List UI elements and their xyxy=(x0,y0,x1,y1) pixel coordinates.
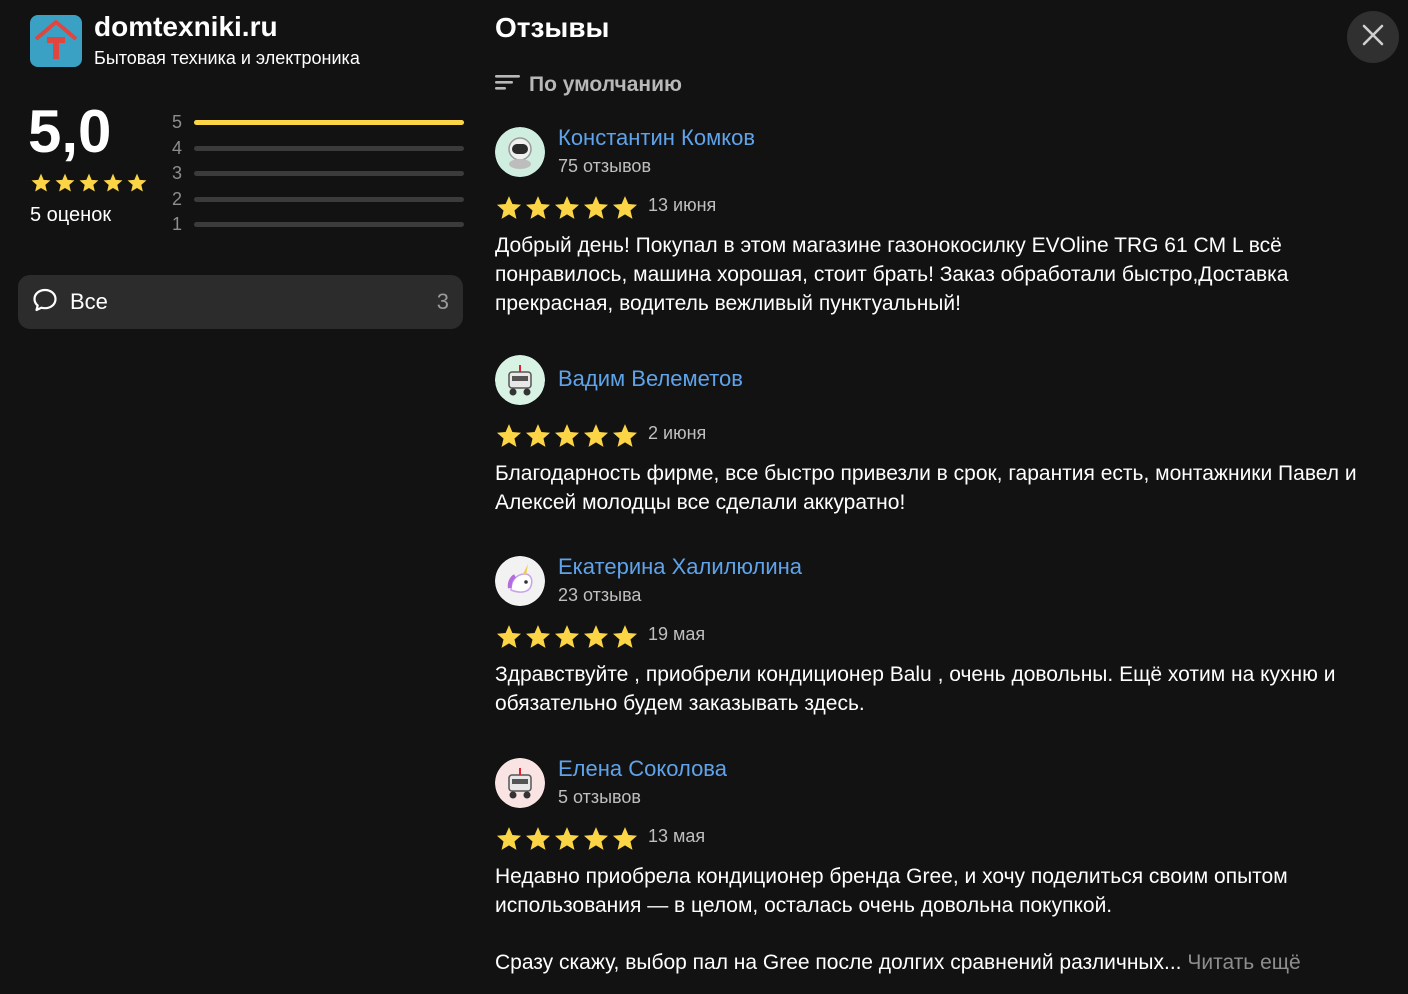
robot-icon xyxy=(495,355,545,405)
star-icon xyxy=(79,173,99,192)
rating-bar-label: 3 xyxy=(172,163,183,184)
rating-bar-label: 4 xyxy=(172,137,183,158)
filter-all-label: Все xyxy=(70,289,108,314)
rating-bar-track xyxy=(194,196,464,202)
star-icon xyxy=(525,424,551,447)
review-item: Вадим Велеметов 2 июня Благодарность фир… xyxy=(495,355,1395,525)
star-icon xyxy=(583,625,609,648)
close-button[interactable] xyxy=(1347,11,1399,63)
sort-label: По умолчанию xyxy=(529,72,682,96)
star-icon xyxy=(583,424,609,447)
reviews-title: Отзывы xyxy=(495,12,610,43)
rating-summary-panel: domtexniki.ru Бытовая техника и электрон… xyxy=(0,0,480,994)
rating-bar-label: 1 xyxy=(172,214,183,235)
author-avatar[interactable] xyxy=(495,127,545,177)
unicorn-icon xyxy=(495,556,545,606)
review-text-continued: Сразу скажу, выбор пал на Gree после дол… xyxy=(495,948,1393,977)
rating-bar-track xyxy=(194,145,464,151)
review-item: Екатерина Халилюлина 23 отзыва 19 мая Зд… xyxy=(495,554,1395,726)
star-icon xyxy=(554,424,580,447)
star-icon xyxy=(612,424,638,447)
review-stars xyxy=(495,422,639,450)
author-name[interactable]: Вадим Велеметов xyxy=(558,366,743,392)
reviews-page: domtexniki.ru Бытовая техника и электрон… xyxy=(0,0,1408,994)
star-icon xyxy=(554,196,580,219)
review-item: Елена Соколова 5 отзывов 13 мая Недавно … xyxy=(495,756,1395,994)
rating-bar-track xyxy=(194,222,464,228)
star-icon xyxy=(583,196,609,219)
review-date: 2 июня xyxy=(648,423,707,443)
author-avatar[interactable] xyxy=(495,758,545,808)
rating-bar-label: 2 xyxy=(172,188,183,209)
star-icon xyxy=(525,196,551,219)
star-icon xyxy=(583,827,609,850)
author-avatar[interactable] xyxy=(495,355,545,405)
review-stars xyxy=(495,825,639,853)
rating-bar-row: 3 xyxy=(172,161,464,187)
author-avatar[interactable] xyxy=(495,556,545,606)
review-text-excerpt: Сразу скажу, выбор пал на Gree после дол… xyxy=(495,951,1182,974)
chat-bubble-icon xyxy=(32,287,58,318)
review-text: Недавно приобрела кондиционер бренда Gre… xyxy=(495,865,1288,917)
org-category: Бытовая техника и электроника xyxy=(94,48,360,68)
org-name[interactable]: domtexniki.ru xyxy=(94,11,278,43)
star-icon xyxy=(55,173,75,192)
close-icon xyxy=(1362,24,1384,51)
star-icon xyxy=(496,625,522,648)
rating-bar-track xyxy=(194,120,464,126)
star-icon xyxy=(31,173,51,192)
rating-bar-row: 5 xyxy=(172,110,464,136)
star-icon xyxy=(554,827,580,850)
star-icon xyxy=(612,827,638,850)
author-review-count: 5 отзывов xyxy=(558,787,641,807)
review-item: Константин Комков 75 отзывов 13 июня Доб… xyxy=(495,125,1395,327)
author-name[interactable]: Екатерина Халилюлина xyxy=(558,554,802,580)
star-icon xyxy=(127,173,147,192)
star-icon xyxy=(554,625,580,648)
author-review-count: 23 отзыва xyxy=(558,585,642,605)
rating-bar-fill xyxy=(194,120,464,126)
author-name[interactable]: Константин Комков xyxy=(558,125,755,151)
rating-bar-label: 5 xyxy=(172,112,183,133)
review-stars xyxy=(495,623,639,651)
sort-icon xyxy=(495,72,521,97)
rating-stars xyxy=(30,172,148,194)
star-icon xyxy=(496,827,522,850)
star-icon xyxy=(496,196,522,219)
star-icon xyxy=(525,625,551,648)
robot-icon xyxy=(495,758,545,808)
astronaut-icon xyxy=(495,127,545,177)
review-text: Здравствуйте , приобрели кондиционер Bal… xyxy=(495,663,1336,715)
author-review-count: 75 отзывов xyxy=(558,156,652,176)
star-icon xyxy=(103,173,123,192)
rating-bar-row: 2 xyxy=(172,187,464,213)
filter-all-button[interactable]: Все 3 xyxy=(18,275,463,329)
review-date: 19 мая xyxy=(648,624,706,644)
rating-bar-row: 4 xyxy=(172,136,464,162)
sort-dropdown[interactable]: По умолчанию xyxy=(495,72,682,97)
review-text: Благодарность фирме, все быстро привезли… xyxy=(495,462,1357,514)
star-icon xyxy=(612,196,638,219)
org-logo xyxy=(30,15,82,67)
star-icon xyxy=(525,827,551,850)
rating-bar-row: 1 xyxy=(172,212,464,238)
review-stars xyxy=(495,194,639,222)
review-date: 13 июня xyxy=(648,195,717,215)
review-text: Добрый день! Покупал в этом магазине газ… xyxy=(495,234,1289,315)
star-icon xyxy=(612,625,638,648)
rating-count: 5 оценок xyxy=(30,204,112,226)
filter-all-count: 3 xyxy=(436,289,449,314)
review-date: 13 мая xyxy=(648,826,706,846)
read-more-link[interactable]: Читать ещё xyxy=(1182,951,1300,974)
author-name[interactable]: Елена Соколова xyxy=(558,756,727,782)
rating-bar-track xyxy=(194,171,464,177)
star-icon xyxy=(496,424,522,447)
rating-value: 5,0 xyxy=(28,98,112,165)
rating-distribution: 5 4 3 2 1 xyxy=(172,110,464,238)
